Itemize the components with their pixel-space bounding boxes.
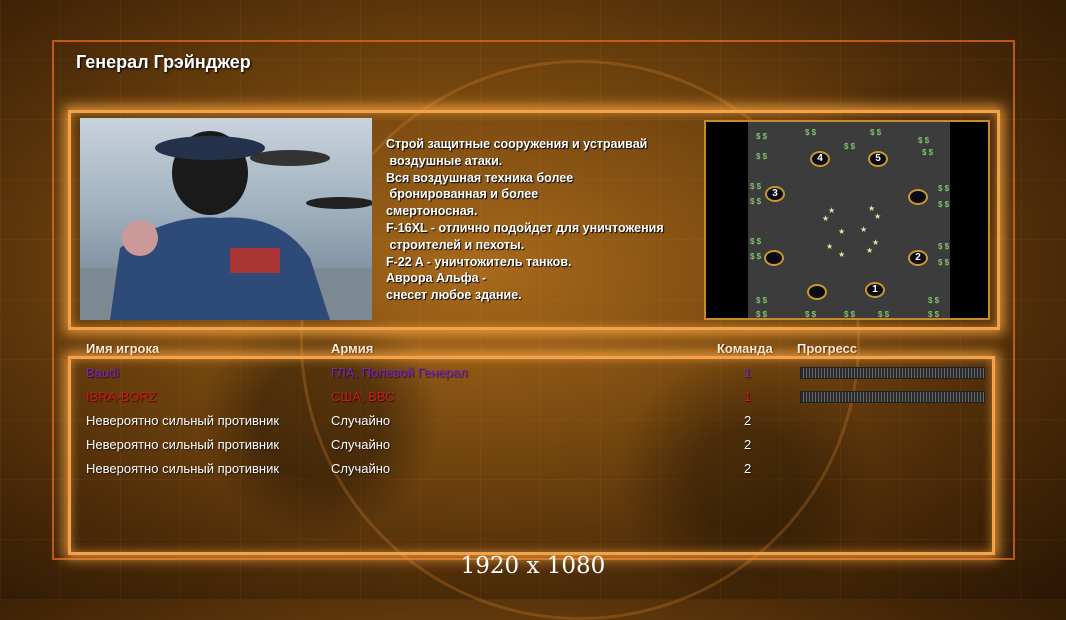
map-preview: 4 5 3 2 1 $ $ $ $ $ $ $ $ $ $ $ $ $ $ $ $ $ $ $ $ $ $ $ …: [704, 120, 990, 320]
player-team: 1: [744, 365, 752, 380]
player-team: 2: [744, 461, 752, 476]
oil-derrick-icon: ★: [838, 227, 846, 236]
oil-derrick-icon: ★: [866, 246, 874, 255]
player-name: Невероятно сильный противник: [86, 461, 280, 476]
player-army: ГЛА, Полевой Генерал: [331, 365, 468, 380]
map-terrain: 4 5 3 2 1 $ $ $ $ $ $ $ $ $ $ $ $ $ $ $ $ $ $ $ $ $ $ $ …: [748, 122, 950, 319]
header-team: Команда: [717, 341, 773, 356]
supply-icon: $ $: [750, 252, 762, 261]
supply-icon: $ $: [922, 148, 934, 157]
start-position-marker: 1: [865, 282, 885, 298]
general-portrait: [80, 118, 372, 320]
supply-icon: $ $: [750, 182, 762, 191]
start-position-marker: 2: [908, 250, 928, 266]
loading-progress-bar: [800, 367, 985, 379]
oil-derrick-icon: ★: [822, 214, 830, 223]
player-army: Случайно: [331, 437, 391, 452]
player-team: 1: [744, 389, 752, 404]
supply-icon: $ $: [756, 152, 768, 161]
player-team: 2: [744, 413, 752, 428]
player-army: США, ВВС: [331, 389, 395, 404]
supply-icon: $ $: [844, 310, 856, 319]
supply-icon: $ $: [805, 128, 817, 137]
header-player-name: Имя игрока: [86, 341, 160, 356]
supply-icon: $ $: [938, 200, 950, 209]
header-progress: Прогресс: [797, 341, 858, 356]
player-team: 2: [744, 437, 752, 452]
header-army: Армия: [331, 341, 374, 356]
start-position-marker: 5: [868, 151, 888, 167]
supply-icon: $ $: [844, 142, 856, 151]
general-description: Строй защитные сооружения и устраивай во…: [386, 137, 664, 303]
start-position-marker: 3: [765, 186, 785, 202]
supply-icon: $ $: [928, 296, 940, 305]
supply-icon: $ $: [918, 136, 930, 145]
player-name: Невероятно сильный противник: [86, 437, 280, 452]
player-name: Baudi: [86, 365, 120, 380]
supply-icon: $ $: [938, 184, 950, 193]
supply-icon: $ $: [928, 310, 940, 319]
supply-icon: $ $: [756, 296, 768, 305]
player-army: Случайно: [331, 461, 391, 476]
oil-derrick-icon: ★: [874, 212, 882, 221]
start-position-marker: [807, 284, 827, 300]
oil-derrick-icon: ★: [838, 250, 846, 259]
supply-icon: $ $: [756, 132, 768, 141]
players-panel: [68, 356, 995, 555]
loading-progress-bar: [800, 391, 985, 403]
oil-derrick-icon: ★: [826, 242, 834, 251]
start-position-marker: 4: [810, 151, 830, 167]
supply-icon: $ $: [750, 237, 762, 246]
supply-icon: $ $: [756, 310, 768, 319]
supply-icon: $ $: [750, 197, 762, 206]
general-title: Генерал Грэйнджер: [76, 52, 251, 72]
start-position-marker: [764, 250, 784, 266]
player-name: IBRA-BORZ: [86, 389, 157, 404]
supply-icon: $ $: [870, 128, 882, 137]
supply-icon: $ $: [938, 242, 950, 251]
resolution-label: 1920 x 1080: [460, 553, 606, 579]
supply-icon: $ $: [938, 258, 950, 267]
player-army: Случайно: [331, 413, 391, 428]
supply-icon: $ $: [878, 310, 890, 319]
start-position-marker: [908, 189, 928, 205]
oil-derrick-icon: ★: [860, 225, 868, 234]
player-name: Невероятно сильный противник: [86, 413, 280, 428]
supply-icon: $ $: [805, 310, 817, 319]
